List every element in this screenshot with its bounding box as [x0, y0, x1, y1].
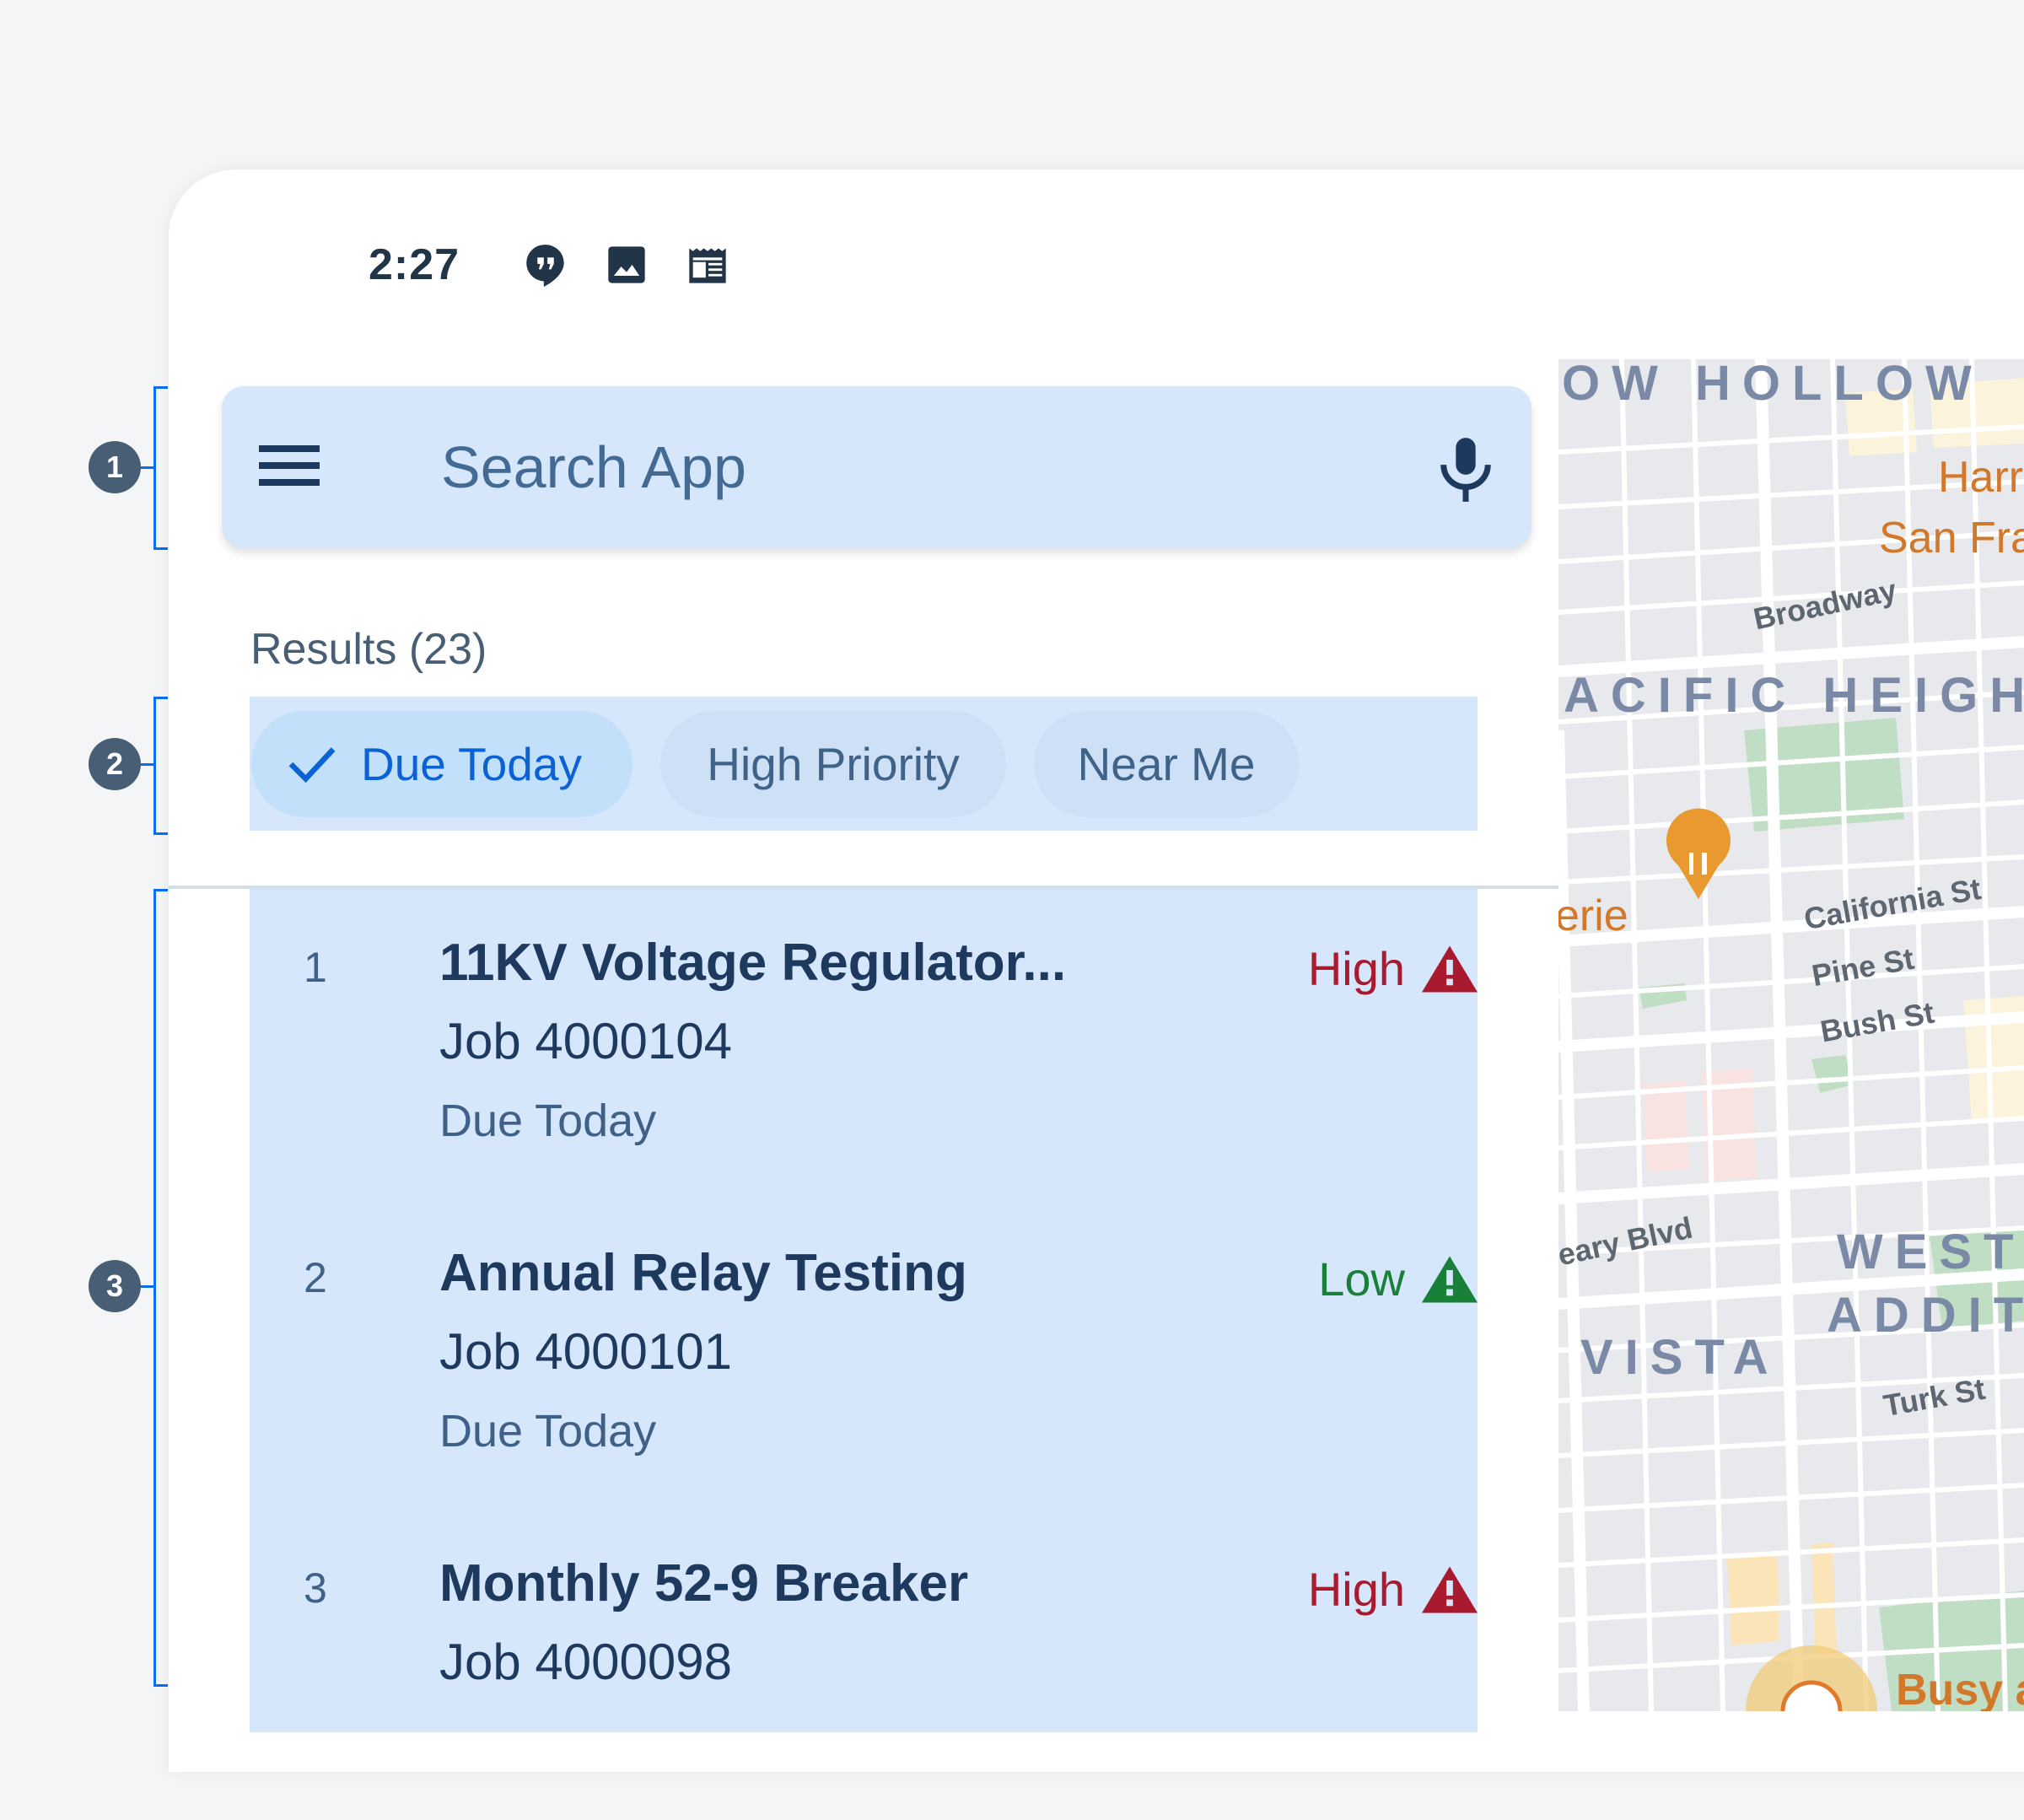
- image-icon: [608, 246, 645, 283]
- microphone-icon[interactable]: [1436, 435, 1495, 504]
- warning-icon: [1422, 1566, 1478, 1613]
- chip-label: Due Today: [361, 738, 582, 790]
- list-item[interactable]: 3 Monthly 52-9 Breaker Job 4000098 High: [250, 1510, 1478, 1820]
- hamburger-menu-icon[interactable]: [259, 445, 320, 489]
- map-area-label: ACIFIC HEIGHT: [1564, 668, 2024, 723]
- item-index: 3: [304, 1564, 327, 1612]
- annotation-marker: 2: [89, 738, 141, 790]
- newspaper-icon: [689, 248, 726, 283]
- list-item[interactable]: 2 Annual Relay Testing Job 4000101 Due T…: [250, 1199, 1478, 1510]
- priority-label: High: [1307, 942, 1405, 995]
- item-due: Due Today: [439, 1096, 657, 1146]
- priority-indicator: Low: [1318, 1252, 1478, 1306]
- priority-label: High: [1307, 1563, 1405, 1616]
- item-due: Due Today: [439, 1406, 657, 1457]
- priority-indicator: High: [1308, 1562, 1478, 1617]
- status-time: 2:27: [369, 240, 460, 289]
- status-bar: 2:27: [369, 238, 729, 292]
- item-index: 1: [304, 944, 327, 991]
- priority-label: Low: [1318, 1252, 1405, 1306]
- item-title: 11KV Voltage Regulator...: [439, 934, 1067, 992]
- priority-indicator: High: [1308, 941, 1478, 996]
- map-area-label: VISTA: [1580, 1330, 1780, 1385]
- warning-icon: [1422, 1256, 1478, 1302]
- chip-label: High Priority: [707, 738, 960, 790]
- filter-chip-high-priority[interactable]: High Priority: [660, 711, 1006, 817]
- map-poi-label: Busy a: [1896, 1666, 2024, 1711]
- annotation-bracket: [153, 697, 168, 835]
- map-poi-label: Harr: [1938, 453, 2024, 502]
- hangouts-icon: [526, 245, 564, 287]
- item-index: 2: [304, 1254, 327, 1301]
- item-job-number: Job 4000104: [439, 1013, 732, 1069]
- map-area-label: WESTE: [1837, 1225, 2024, 1279]
- filter-chip-near-me[interactable]: Near Me: [1034, 711, 1299, 817]
- item-job-number: Job 4000101: [439, 1323, 732, 1380]
- item-title: Monthly 52-9 Breaker: [439, 1554, 969, 1613]
- annotation-marker: 3: [89, 1260, 141, 1312]
- filter-chip-due-today[interactable]: Due Today: [251, 711, 632, 817]
- warning-icon: [1422, 945, 1478, 992]
- filter-bar: Due Today High Priority Near Me: [250, 697, 1478, 831]
- search-bar: [222, 386, 1531, 548]
- map-poi-label: erie: [1558, 891, 1628, 940]
- map-poi-label: San Fra: [1879, 514, 2024, 563]
- item-title: Annual Relay Testing: [439, 1244, 967, 1302]
- results-list: 1 11KV Voltage Regulator... Job 4000104 …: [250, 889, 1478, 1732]
- map-area-label: OW HOLLOW: [1562, 359, 1984, 411]
- check-icon: [288, 747, 336, 783]
- annotation-bracket: [153, 889, 168, 1687]
- map-area-label: ADDIT: [1827, 1288, 2024, 1343]
- map-view[interactable]: OW HOLLOW ACIFIC HEIGHT WESTE ADDIT VIST…: [1558, 359, 2024, 1711]
- list-item[interactable]: 1 11KV Voltage Regulator... Job 4000104 …: [250, 889, 1478, 1199]
- annotation-marker: 1: [89, 441, 141, 493]
- annotation-bracket: [153, 386, 168, 550]
- item-job-number: Job 4000098: [439, 1634, 732, 1690]
- chip-label: Near Me: [1077, 738, 1256, 790]
- results-count: Results (23): [250, 625, 487, 674]
- search-input[interactable]: [439, 420, 1370, 514]
